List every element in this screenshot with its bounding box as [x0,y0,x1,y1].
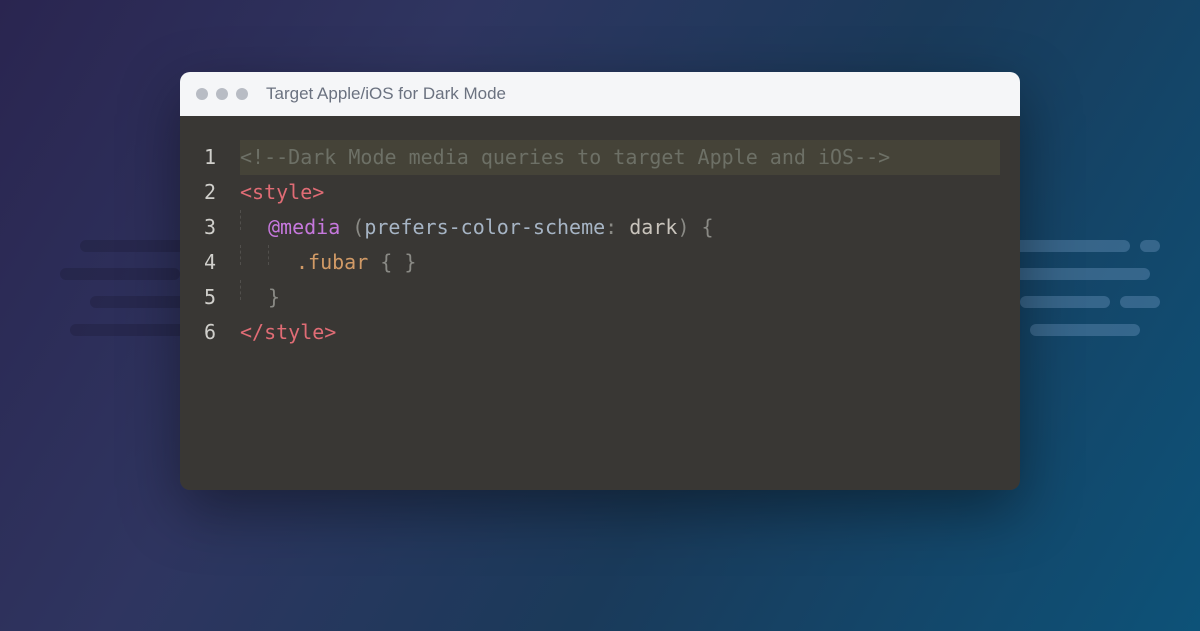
minimize-icon[interactable] [216,88,228,100]
close-tag-token: </style> [240,320,336,344]
close-icon[interactable] [196,88,208,100]
line-number: 4 [200,245,240,280]
open-tag-token: <style> [240,180,324,204]
selector-token: .fubar [296,250,368,274]
brace-token: } [268,285,280,309]
at-rule-token: @media [268,215,340,239]
punctuation-token: ( [352,215,364,239]
line-number: 1 [200,140,240,175]
comment-token: <!--Dark Mode media queries to target Ap… [240,145,890,169]
code-line-3: 3 @media (prefers-color-scheme: dark) { [200,210,1000,245]
brace-token: { [689,215,713,239]
punctuation-token: : [605,215,617,239]
window-title: Target Apple/iOS for Dark Mode [266,84,506,104]
code-line-2: 2 <style> [200,175,1000,210]
value-token: dark [617,215,677,239]
property-token: prefers-color-scheme [364,215,605,239]
code-editor[interactable]: 1 <!--Dark Mode media queries to target … [180,116,1020,490]
code-line-1: 1 <!--Dark Mode media queries to target … [200,140,1000,175]
editor-window: Target Apple/iOS for Dark Mode 1 <!--Dar… [180,72,1020,490]
line-number: 5 [200,280,240,315]
code-line-5: 5 } [200,280,1000,315]
code-line-4: 4 .fubar { } [200,245,1000,280]
punctuation-token: ) [677,215,689,239]
traffic-lights [196,88,248,100]
line-number: 3 [200,210,240,245]
line-number: 6 [200,315,240,350]
line-number: 2 [200,175,240,210]
window-titlebar: Target Apple/iOS for Dark Mode [180,72,1020,116]
code-line-6: 6 </style> [200,315,1000,350]
brace-token: { } [368,250,416,274]
maximize-icon[interactable] [236,88,248,100]
